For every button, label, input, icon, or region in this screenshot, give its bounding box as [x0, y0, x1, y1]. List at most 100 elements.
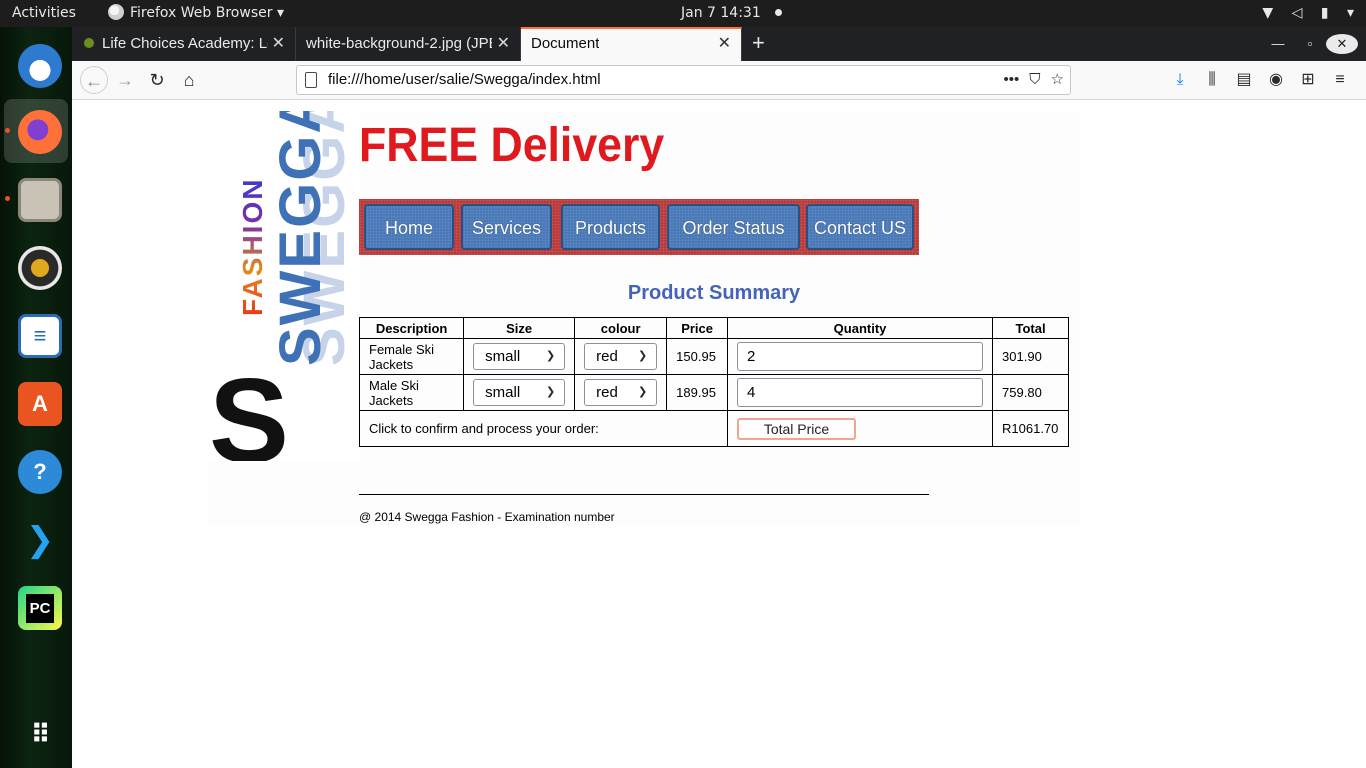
- pocket-icon[interactable]: ⛉: [1029, 71, 1040, 88]
- column-header-price: Price: [666, 317, 729, 339]
- footer-divider: [359, 494, 929, 495]
- swegga-page: SWEGGA SWEGGA FASHION S FREE Delivery Ho…: [209, 111, 1079, 525]
- clock[interactable]: Jan 7 14:31: [681, 0, 782, 27]
- dock-writer[interactable]: ≡: [4, 303, 68, 367]
- dock-show-apps[interactable]: ⠿: [4, 701, 68, 765]
- grand-total-cell: R1061.70: [992, 410, 1069, 447]
- library-icon[interactable]: ⫼: [1196, 66, 1228, 94]
- running-indicator: [5, 128, 10, 133]
- dock-pycharm[interactable]: PC: [4, 575, 68, 639]
- maximize-icon[interactable]: ▫: [1294, 27, 1326, 61]
- url-actions: ••• ⛉ ☆: [994, 66, 1064, 94]
- back-button[interactable]: ←: [80, 66, 108, 94]
- column-header-quantity: Quantity: [727, 317, 994, 339]
- colour-select-value: red: [596, 348, 618, 365]
- nav-contact-us-button[interactable]: Contact US: [806, 204, 914, 250]
- table-row: Male Ski Jackets small ❯ red ❯ 189.95 4 75…: [358, 374, 1069, 411]
- nav-order-status-button[interactable]: Order Status: [667, 204, 800, 250]
- nav-home-button[interactable]: Home: [364, 204, 454, 250]
- minimize-icon[interactable]: —: [1262, 27, 1294, 61]
- description-cell: Female Ski Jackets: [358, 338, 465, 375]
- url-text[interactable]: file:///home/user/salie/Swegga/index.htm…: [328, 66, 601, 94]
- price-cell: 189.95: [666, 374, 729, 411]
- tab-life-choices[interactable]: Life Choices Academy: Lo ✕: [72, 27, 296, 61]
- activities-button[interactable]: Activities: [12, 0, 76, 27]
- total-price-button[interactable]: Total Price: [737, 417, 857, 440]
- reload-button[interactable]: ↻: [143, 66, 171, 94]
- account-icon[interactable]: ◉: [1260, 66, 1292, 94]
- page-icon: [305, 72, 317, 88]
- site-nav-menu: Home Services Products Order Status Cont…: [359, 199, 919, 255]
- footer-text: @ 2014 Swegga Fashion - Examination numb…: [359, 510, 615, 524]
- clock-label: Jan 7 14:31: [681, 5, 761, 21]
- size-select[interactable]: small ❯: [473, 343, 566, 370]
- table-total-row: Click to confirm and process your order:…: [358, 410, 1069, 447]
- table-header-row: Description Size colour Price Quantity T…: [358, 317, 1069, 339]
- page-content: SWEGGA SWEGGA FASHION S FREE Delivery Ho…: [72, 101, 1366, 768]
- chevron-down-icon: ❯: [545, 350, 556, 362]
- close-icon[interactable]: ✕: [497, 27, 510, 61]
- colour-cell: red ❯: [574, 374, 668, 411]
- size-cell: small ❯: [463, 374, 576, 411]
- colour-select[interactable]: red ❯: [584, 379, 658, 406]
- quantity-input[interactable]: 4: [737, 378, 984, 407]
- page-actions-icon[interactable]: •••: [1004, 71, 1020, 88]
- new-tab-button[interactable]: +: [752, 27, 765, 61]
- tab-title: white-background-2.jpg (JPE: [306, 35, 492, 52]
- close-icon[interactable]: ✕: [272, 27, 285, 61]
- firefox-icon: [108, 4, 124, 20]
- extensions-icon[interactable]: ⊞: [1292, 66, 1324, 94]
- files-icon: [18, 178, 62, 222]
- nav-services-button[interactable]: Services: [461, 204, 552, 250]
- colour-select-value: red: [596, 384, 618, 401]
- dock-rhythmbox[interactable]: [4, 235, 68, 299]
- tab-white-background[interactable]: white-background-2.jpg (JPE ✕: [296, 27, 521, 61]
- dock-vscode[interactable]: ❯: [4, 507, 68, 571]
- total-button-cell: Total Price: [727, 410, 994, 447]
- thunderbird-icon: [18, 44, 62, 88]
- favicon-icon: [82, 36, 96, 50]
- tab-title: Document: [531, 35, 600, 52]
- help-icon: ?: [18, 450, 62, 494]
- tab-document[interactable]: Document ✕: [521, 27, 742, 61]
- software-icon: A: [18, 382, 62, 426]
- menu-icon[interactable]: ≡: [1324, 66, 1356, 94]
- dock-firefox[interactable]: [4, 99, 68, 163]
- forward-button[interactable]: →: [111, 66, 139, 94]
- sidebar-icon[interactable]: ▤: [1228, 66, 1260, 94]
- quantity-cell: 4: [727, 374, 994, 411]
- chevron-down-icon: ❯: [637, 350, 648, 362]
- column-header-total: Total: [992, 317, 1069, 339]
- tab-bar: Life Choices Academy: Lo ✕ white-backgro…: [72, 27, 1366, 61]
- dock-software[interactable]: A: [4, 371, 68, 435]
- app-menu[interactable]: Firefox Web Browser ▾: [108, 0, 284, 27]
- app-menu-label: Firefox Web Browser: [130, 5, 273, 21]
- system-tray[interactable]: ▼ ◁ ▮ ▾: [1248, 0, 1354, 27]
- product-summary-table: Description Size colour Price Quantity T…: [358, 317, 1069, 447]
- total-cell: 759.80: [992, 374, 1069, 411]
- dock-files[interactable]: [4, 167, 68, 231]
- show-apps-icon: ⠿: [30, 718, 50, 749]
- tab-title: Life Choices Academy: Lo: [102, 35, 268, 52]
- colour-select[interactable]: red ❯: [584, 343, 658, 370]
- bookmark-star-icon[interactable]: ☆: [1051, 71, 1064, 88]
- close-icon[interactable]: ✕: [718, 29, 731, 59]
- nav-products-button[interactable]: Products: [561, 204, 660, 250]
- column-header-size: Size: [463, 317, 576, 339]
- toolbar-right: ⤓ ⫼ ▤ ◉ ⊞ ≡: [1164, 66, 1356, 94]
- home-button[interactable]: ⌂: [175, 66, 203, 94]
- url-bar[interactable]: file:///home/user/salie/Swegga/index.htm…: [296, 65, 1071, 95]
- close-window-icon[interactable]: ✕: [1326, 33, 1358, 54]
- window-controls: — ▫ ✕: [1262, 27, 1366, 61]
- download-icon[interactable]: ⤓: [1164, 66, 1196, 94]
- dock-thunderbird[interactable]: [4, 33, 68, 97]
- quantity-input[interactable]: 2: [737, 342, 984, 371]
- size-select[interactable]: small ❯: [473, 379, 566, 406]
- size-cell: small ❯: [463, 338, 576, 375]
- dock-help[interactable]: ?: [4, 439, 68, 503]
- colour-cell: red ❯: [574, 338, 668, 375]
- quantity-cell: 2: [727, 338, 994, 375]
- firefox-icon: [18, 110, 62, 154]
- column-header-colour: colour: [574, 317, 668, 339]
- price-cell: 150.95: [666, 338, 729, 375]
